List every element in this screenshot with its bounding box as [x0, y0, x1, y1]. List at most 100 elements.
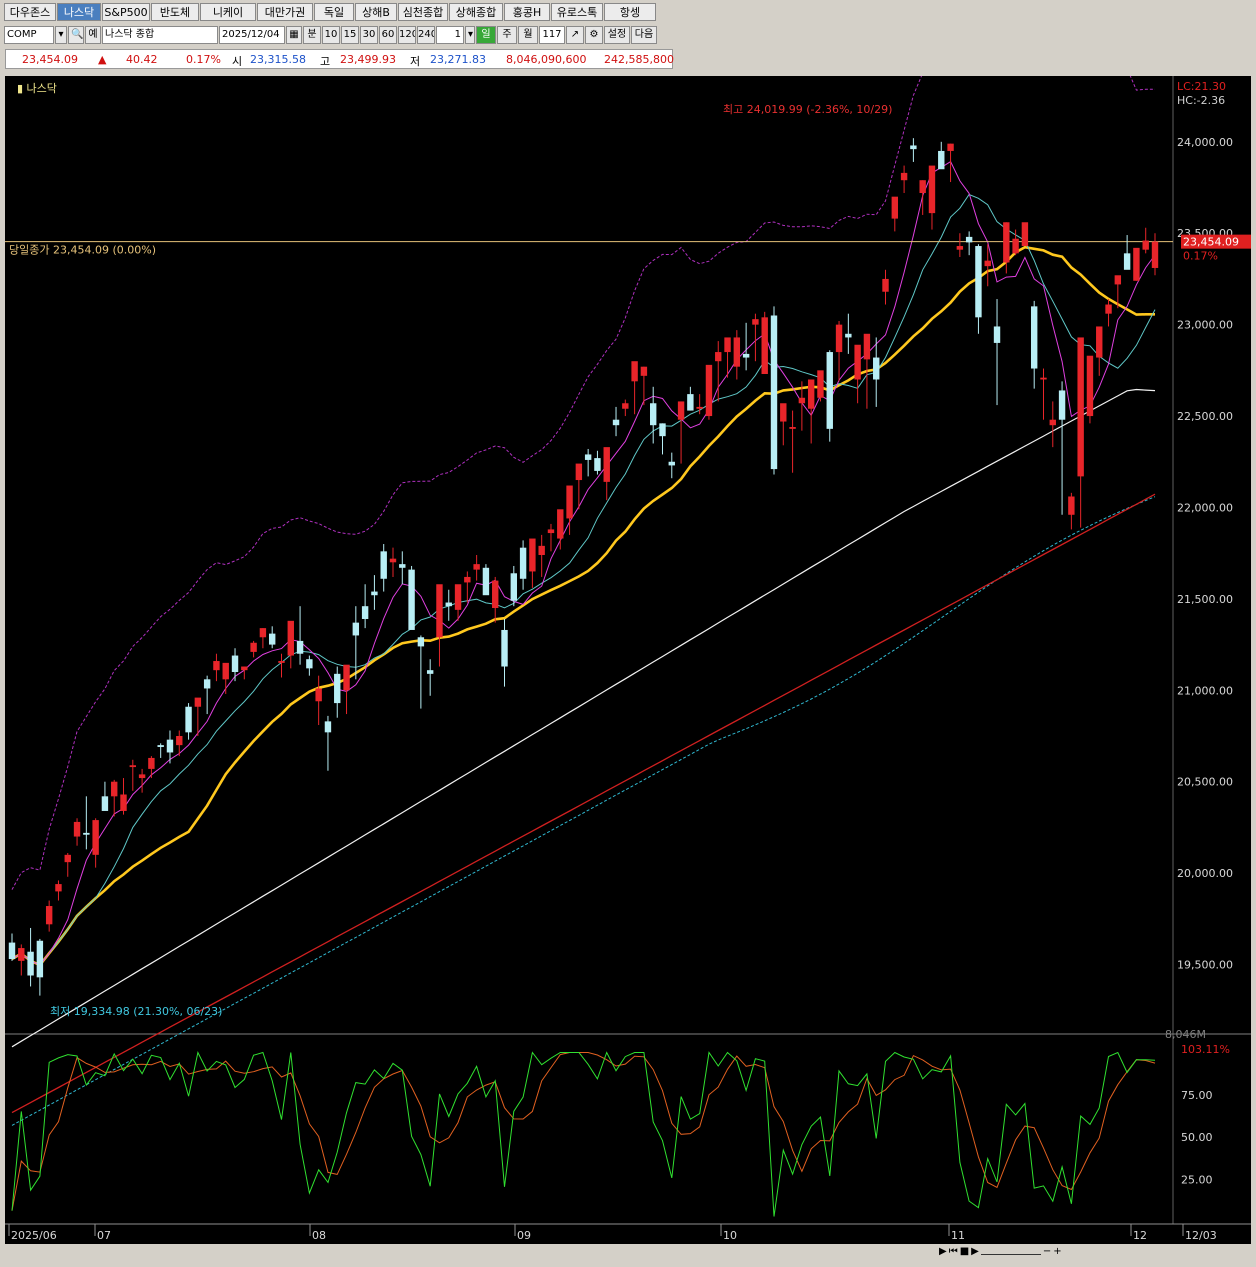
draw-tool-icon[interactable]: ↗: [566, 26, 584, 44]
settings-button[interactable]: 설정: [604, 26, 630, 44]
week-button[interactable]: 주: [497, 26, 517, 44]
code-field[interactable]: COMP: [4, 26, 54, 44]
candle-body: [55, 884, 62, 892]
stoch-fast-line: [11, 1050, 1156, 1217]
tab-0[interactable]: 다우존스: [4, 3, 56, 21]
hc-label: HC:-2.36: [1177, 94, 1225, 107]
play-icon[interactable]: ▶: [971, 1246, 979, 1260]
stop-icon[interactable]: ■: [960, 1246, 969, 1260]
scroll-right-icon[interactable]: ▶: [939, 1246, 947, 1260]
play-begin-icon[interactable]: ⏮: [949, 1246, 958, 1260]
tab-6[interactable]: 독일: [314, 3, 354, 21]
candle-body: [835, 324, 843, 353]
tab-4[interactable]: 니케이: [200, 3, 256, 21]
tab-2[interactable]: S&P500: [102, 3, 150, 21]
chart-area[interactable]: 19,500.00 20,000.00 20,500.00 21,000.00 21,5…: [5, 0, 1256, 1244]
tab-11[interactable]: 유로스톡: [551, 3, 603, 21]
candle-body: [194, 697, 202, 707]
price-chart-svg[interactable]: 19,500.00 20,000.00 20,500.00 21,000.00 21,5…: [5, 0, 1256, 1244]
tab-1[interactable]: 나스닥: [57, 3, 101, 21]
candle-body: [873, 357, 880, 380]
tab-5[interactable]: 대만가권: [257, 3, 313, 21]
candle-body: [8, 942, 16, 960]
candle-body: [649, 403, 657, 426]
y-tick-label: 22,000.00: [1177, 501, 1233, 514]
candle-body: [36, 940, 44, 978]
candle-body: [185, 706, 192, 733]
low-label: 저: [410, 55, 421, 68]
candle-body: [445, 602, 452, 607]
month-button[interactable]: 월: [518, 26, 538, 44]
search-icon[interactable]: 🔍: [68, 26, 84, 44]
candle-body: [575, 463, 583, 481]
tab-8[interactable]: 심천종합: [398, 3, 448, 21]
y-tick-label: 20,000.00: [1177, 867, 1233, 880]
zoom-out-icon[interactable]: −: [1043, 1246, 1051, 1260]
day-button[interactable]: 일: [476, 26, 496, 44]
last-pct-label: 0.17%: [1183, 250, 1218, 263]
high-value: 23,499.93: [340, 53, 396, 66]
candle-body: [510, 573, 518, 601]
tab-3[interactable]: 반도체: [151, 3, 199, 21]
zoom-slider[interactable]: [980, 1246, 1041, 1255]
candle-body: [92, 820, 99, 855]
ma5-line: [11, 160, 1156, 966]
stoch-tick-label: 75.00: [1181, 1089, 1213, 1102]
zoom-in-icon[interactable]: +: [1053, 1246, 1061, 1260]
interval-button-30[interactable]: 30: [360, 26, 378, 44]
candle-body: [928, 165, 936, 214]
bollinger-upper-line: [11, 0, 1156, 890]
calendar-icon[interactable]: ▦: [286, 26, 302, 44]
interval-button-60[interactable]: 60: [379, 26, 397, 44]
tab-9[interactable]: 상해종합: [449, 3, 503, 21]
candle-body: [426, 670, 434, 674]
candle-body: [399, 564, 406, 568]
tab-12[interactable]: 항셍: [604, 3, 656, 21]
x-tick-label: 07: [97, 1229, 111, 1242]
gear-icon[interactable]: ⚙: [585, 26, 603, 44]
interval-button-240[interactable]: 240: [417, 26, 435, 44]
interval-button-120[interactable]: 120: [398, 26, 416, 44]
close-line-label: 당일종가 23,454.09 (0.00%): [9, 243, 156, 257]
candle-body: [1058, 390, 1066, 420]
next-button[interactable]: 다음: [631, 26, 657, 44]
candle-body: [668, 461, 675, 466]
candle-body: [1142, 240, 1149, 250]
ye-button[interactable]: 예: [85, 26, 101, 44]
unit-field[interactable]: 1: [436, 26, 464, 44]
high-annotation: 최고 24,019.99 (-2.36%, 10/29): [723, 103, 892, 116]
date-field[interactable]: 2025/12/04: [219, 26, 285, 44]
chart-scrollbar[interactable]: ▶ ⏮ ■ ▶ − +: [5, 1244, 1251, 1262]
name-field[interactable]: 나스닥 종합: [102, 26, 218, 44]
candle-body: [705, 364, 713, 417]
y-tick-label: 21,500.00: [1177, 593, 1233, 606]
interval-button-10[interactable]: 10: [322, 26, 340, 44]
candle-body: [203, 679, 211, 689]
candle-body: [891, 196, 899, 219]
minute-button[interactable]: 분: [303, 26, 321, 44]
candle-body: [296, 640, 304, 654]
candle-body: [640, 366, 648, 376]
code-dropdown-icon[interactable]: ▾: [55, 26, 67, 44]
candle-body: [1040, 377, 1047, 380]
candle-body: [789, 427, 796, 429]
candle-body: [807, 379, 815, 409]
tab-10[interactable]: 홍콩H: [504, 3, 550, 21]
unit-dropdown-icon[interactable]: ▾: [465, 26, 475, 44]
candle-body: [659, 423, 666, 437]
count-field[interactable]: 117: [539, 26, 565, 44]
change-value: 40.42: [126, 53, 158, 66]
candle-body: [1114, 275, 1122, 285]
candle-body: [1021, 222, 1029, 247]
candle-body: [287, 620, 294, 656]
candle-body: [919, 180, 926, 194]
candle-body: [492, 580, 499, 609]
candle-body: [64, 854, 71, 863]
envelope-lower-line: [11, 496, 1156, 1126]
tab-7[interactable]: 상해B: [355, 3, 397, 21]
interval-button-15[interactable]: 15: [341, 26, 359, 44]
candle-body: [1096, 326, 1103, 358]
ma20-line: [11, 245, 1155, 967]
candle-body: [770, 315, 778, 470]
x-tick-label: 08: [312, 1229, 326, 1242]
